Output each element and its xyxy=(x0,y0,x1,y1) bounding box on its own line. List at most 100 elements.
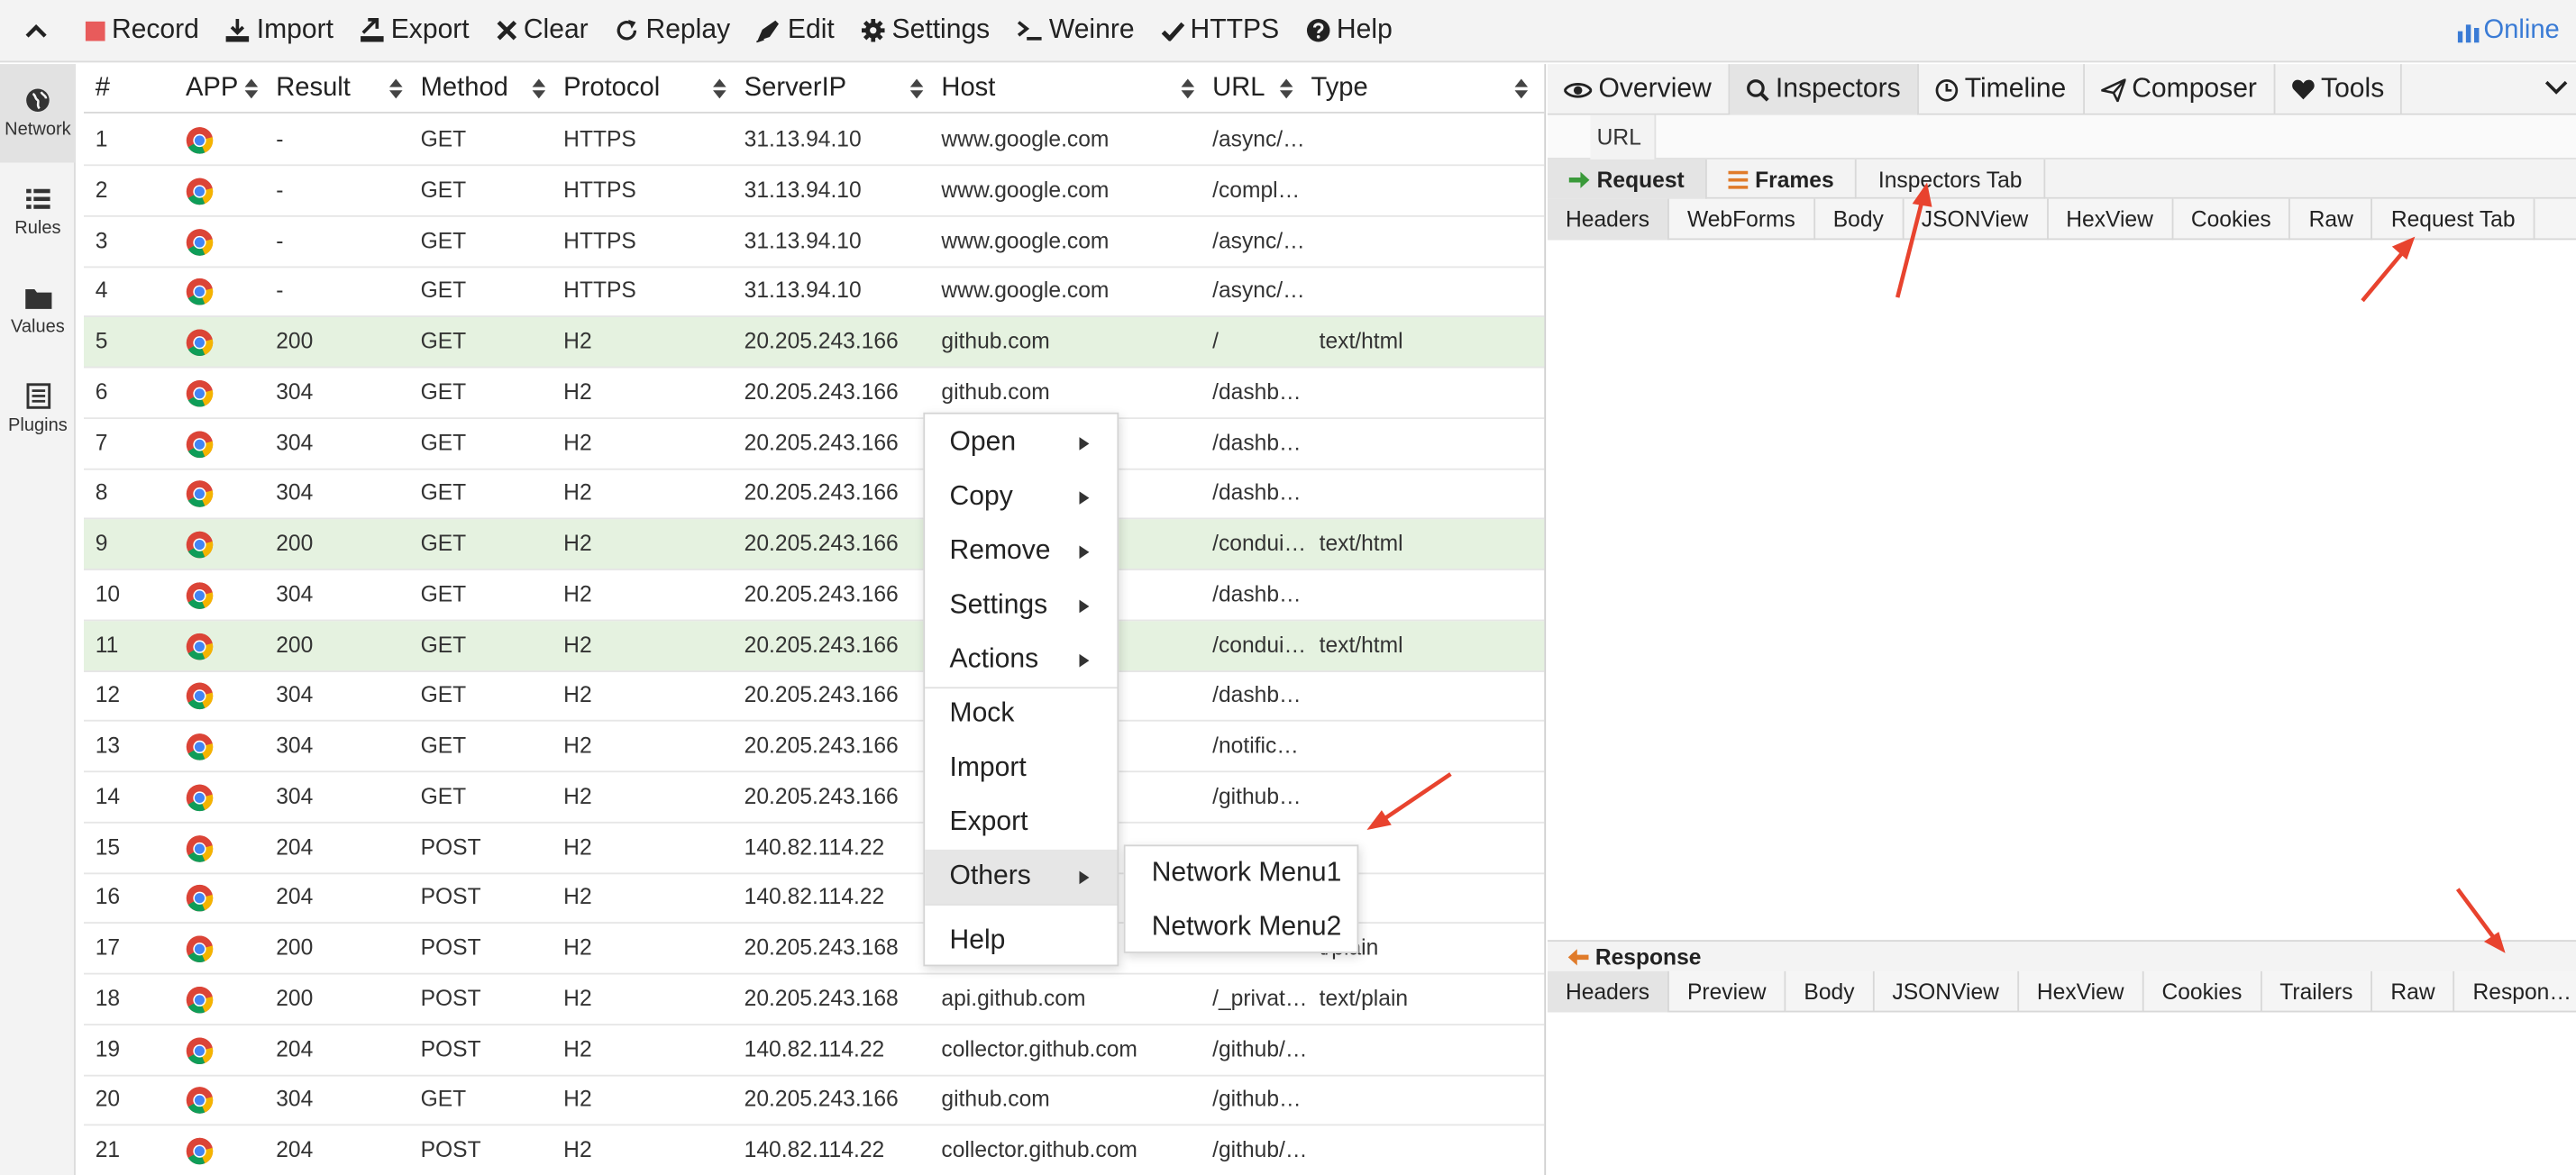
clock-icon xyxy=(1935,78,1959,101)
network-table: # APP Result Method Protocol ServerIP Ho… xyxy=(83,64,1547,1175)
online-status[interactable]: Online xyxy=(2457,0,2560,62)
menu-item-import[interactable]: Import xyxy=(925,742,1117,796)
menu-item-export[interactable]: Export xyxy=(925,796,1117,850)
cell-ip: 20.205.243.168 xyxy=(744,934,899,961)
tab-raw[interactable]: Raw xyxy=(2372,970,2455,1013)
tab-jsonview[interactable]: JSONView xyxy=(1874,970,2019,1013)
table-row[interactable]: 12 304 GET H2 20.205.243.166/dashb… xyxy=(83,671,1545,723)
column-header-host[interactable]: Host xyxy=(941,64,995,114)
https-button[interactable]: HTTPS xyxy=(1147,0,1293,61)
record-button[interactable]: Record xyxy=(72,0,212,61)
tab-inspectors-tab[interactable]: Inspectors Tab xyxy=(1857,159,2046,199)
replay-button[interactable]: Replay xyxy=(601,0,743,61)
column-header-method[interactable]: Method xyxy=(421,64,508,114)
sort-icon[interactable] xyxy=(713,77,726,101)
column-header-app[interactable]: APP xyxy=(186,64,238,114)
table-row[interactable]: 21 204 POST H2 140.82.114.22 collector.github… xyxy=(84,1125,1544,1175)
tab-tools[interactable]: Tools xyxy=(2275,64,2403,115)
tab-request-tab[interactable]: Request Tab xyxy=(2373,198,2535,241)
export-button[interactable]: Export xyxy=(347,0,483,61)
menu-item-network-menu2[interactable]: Network Menu2 xyxy=(1126,900,1357,952)
tab-frames[interactable]: Frames xyxy=(1707,159,1858,199)
table-row[interactable]: 8 304 GET H2 20.205.243.166/dashb… xyxy=(83,469,1545,520)
menu-item-others[interactable]: Others xyxy=(925,849,1118,905)
menu-item-help[interactable]: Help xyxy=(925,914,1117,968)
column-header-protocol[interactable]: Protocol xyxy=(563,64,660,114)
table-row[interactable]: 4 - GET HTTPS 31.13.94.10 www.google.com/asyn… xyxy=(83,267,1545,318)
table-row[interactable]: 19 204 POST H2 140.82.114.22 collector.github… xyxy=(83,1025,1545,1076)
tab-request[interactable]: Request xyxy=(1547,159,1708,199)
chrome-icon xyxy=(186,784,214,811)
sidebar-item-rules[interactable]: Rules xyxy=(0,163,76,261)
sort-icon[interactable] xyxy=(244,77,259,101)
table-row[interactable]: 5 200 GET H2 20.205.243.166 github.com / text/h… xyxy=(83,316,1545,369)
table-row[interactable]: 14 304 GET H2 20.205.243.166/github… xyxy=(83,772,1545,824)
chrome-icon xyxy=(186,178,214,205)
table-row[interactable]: 10 304 GET H2 20.205.243.166/dashb… xyxy=(83,569,1545,621)
table-row[interactable]: 1 - GET HTTPS 31.13.94.10 www.google.com/asyn… xyxy=(83,115,1545,167)
sidebar-item-plugins[interactable]: Plugins xyxy=(0,360,76,458)
tab-composer[interactable]: Composer xyxy=(2084,64,2276,115)
menu-item-settings[interactable]: Settings xyxy=(925,578,1117,633)
weinre-button[interactable]: Weinre xyxy=(1003,0,1147,61)
tab-webforms[interactable]: WebForms xyxy=(1669,198,1815,241)
tab-hexview[interactable]: HexView xyxy=(2019,970,2144,1013)
menu-item-actions[interactable]: Actions xyxy=(925,633,1117,687)
table-row[interactable]: 6 304 GET H2 20.205.243.166 github.com/dashb… xyxy=(83,368,1545,419)
caret-right-icon xyxy=(1079,437,1090,451)
table-row[interactable]: 13 304 GET H2 20.205.243.166/notific… xyxy=(83,722,1545,773)
menu-item-network-menu1[interactable]: Network Menu1 xyxy=(1126,846,1357,898)
inspector-sub-tabs: Request Frames Inspectors Tab xyxy=(1547,159,2576,199)
column-header-serverip[interactable]: ServerIP xyxy=(744,64,846,114)
sort-icon[interactable] xyxy=(1514,77,1529,101)
import-button[interactable]: Import xyxy=(212,0,346,61)
column-header-type[interactable]: Type xyxy=(1311,64,1368,114)
tab-headers[interactable]: Headers xyxy=(1547,970,1669,1013)
menu-item-copy[interactable]: Copy xyxy=(925,470,1117,524)
menu-item-open[interactable]: Open xyxy=(925,415,1117,469)
tab-headers[interactable]: Headers xyxy=(1547,198,1669,241)
tab-trailers[interactable]: Trailers xyxy=(2261,970,2373,1013)
clear-button[interactable]: Clear xyxy=(482,0,601,61)
sidebar-item-values[interactable]: Values xyxy=(0,261,76,360)
table-row[interactable]: 3 - GET HTTPS 31.13.94.10 www.google.com/asyn… xyxy=(83,216,1545,268)
chrome-icon xyxy=(186,986,214,1014)
table-row[interactable]: 9 200 GET H2 20.205.243.166/condui… text/html xyxy=(83,519,1545,570)
tab-body[interactable]: Body xyxy=(1815,198,1904,241)
tab-cookies[interactable]: Cookies xyxy=(2143,970,2262,1013)
tab-inspectors[interactable]: Inspectors xyxy=(1729,64,1919,115)
table-row[interactable]: 20 304 GET H2 20.205.243.166 github.com/githu… xyxy=(83,1075,1545,1126)
table-row[interactable]: 18 200 POST H2 20.205.243.168 api.github.com /… xyxy=(83,974,1545,1025)
menu-item-remove[interactable]: Remove xyxy=(925,524,1117,578)
tab-preview[interactable]: Preview xyxy=(1669,970,1786,1013)
edit-button[interactable]: Edit xyxy=(744,0,848,61)
column-header-url[interactable]: URL xyxy=(1212,64,1265,114)
chevron-down-icon[interactable] xyxy=(2544,77,2570,97)
sort-icon[interactable] xyxy=(388,77,403,101)
sort-icon[interactable] xyxy=(1279,77,1293,101)
tab-timeline[interactable]: Timeline xyxy=(1919,64,2085,115)
tab-jsonview[interactable]: JSONView xyxy=(1904,198,2049,241)
collapse-button[interactable] xyxy=(0,0,72,61)
settings-button[interactable]: Settings xyxy=(847,0,1002,61)
sort-icon[interactable] xyxy=(532,77,546,101)
sort-icon[interactable] xyxy=(1181,77,1195,101)
tab-hexview[interactable]: HexView xyxy=(2048,198,2173,241)
tab-respon-[interactable]: Respon… xyxy=(2454,971,2576,1013)
cell-method: GET xyxy=(420,378,467,405)
tab-body[interactable]: Body xyxy=(1786,970,1875,1013)
column-header-result[interactable]: Result xyxy=(276,64,351,114)
column-header-number[interactable]: # xyxy=(96,64,110,114)
sort-icon[interactable] xyxy=(909,77,924,101)
chrome-icon xyxy=(186,632,214,660)
help-button[interactable]: Help xyxy=(1293,0,1406,61)
tab-overview[interactable]: Overview xyxy=(1548,64,1730,115)
menu-item-mock[interactable]: Mock xyxy=(925,687,1117,741)
cell-host: github.com xyxy=(941,328,1050,354)
table-row[interactable]: 2 - GET HTTPS 31.13.94.10 www.google.com/comp… xyxy=(83,166,1545,217)
tab-raw[interactable]: Raw xyxy=(2291,198,2373,241)
table-row[interactable]: 11 200 GET H2 20.205.243.166/condui… text/htm… xyxy=(83,620,1545,672)
table-row[interactable]: 7 304 GET H2 20.205.243.166/dashb… xyxy=(83,418,1545,469)
sidebar-item-network[interactable]: Network xyxy=(0,64,76,163)
tab-cookies[interactable]: Cookies xyxy=(2173,198,2291,241)
